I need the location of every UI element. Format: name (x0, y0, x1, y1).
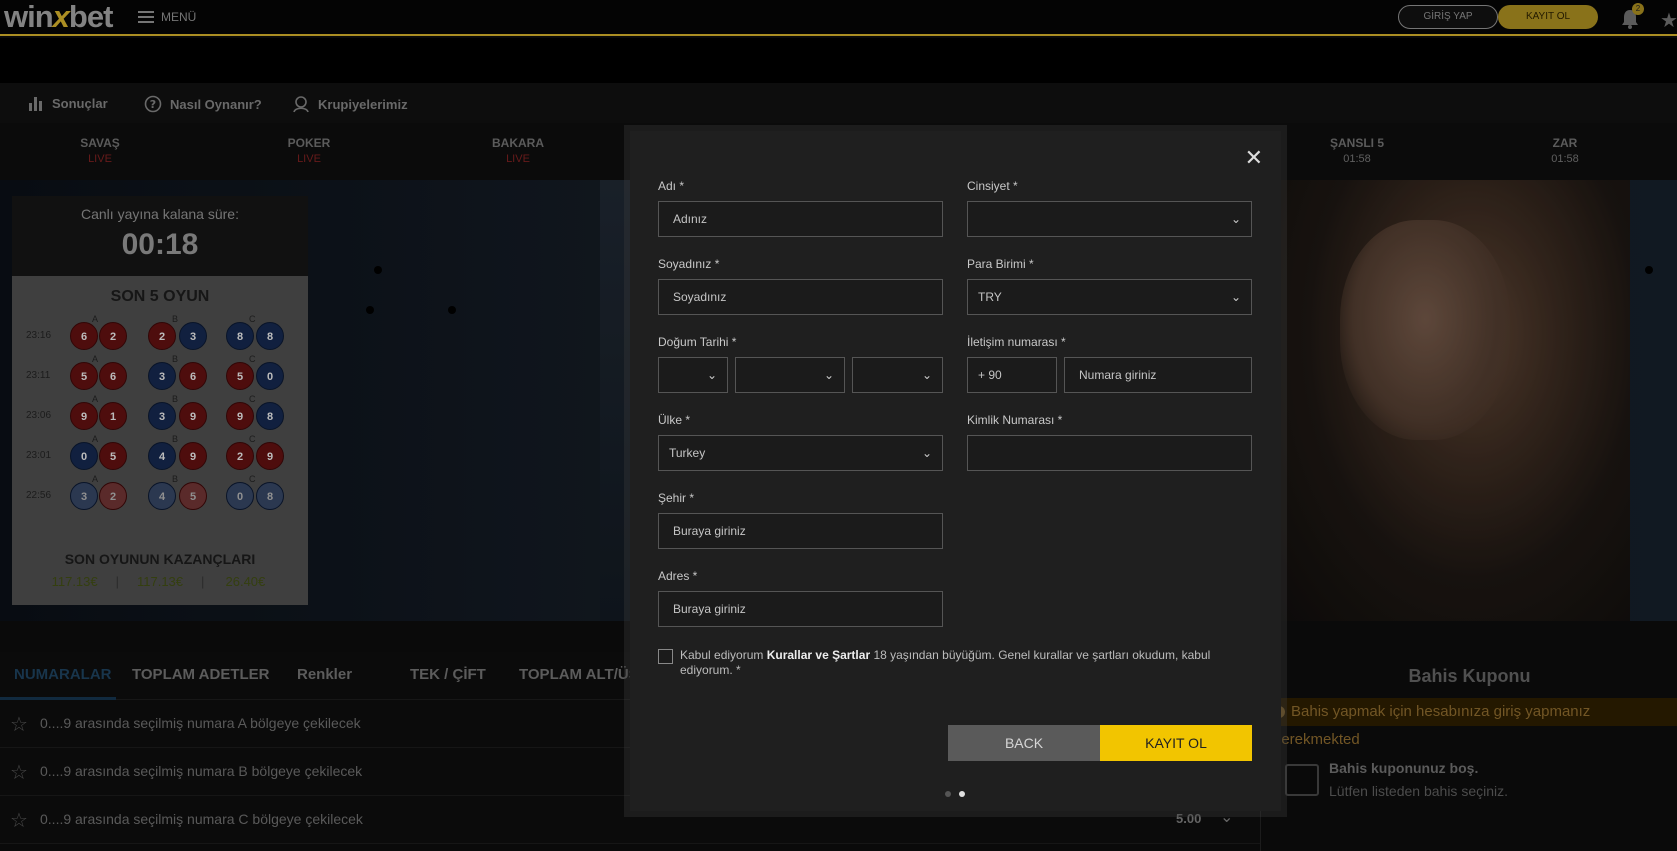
form-pager (945, 791, 965, 797)
address-label: Adres * (658, 569, 698, 583)
birthdate-label: Doğum Tarihi * (658, 335, 737, 349)
name-label: Adı * (658, 179, 685, 193)
birth-day-select[interactable]: ⌄ (658, 357, 728, 393)
terms-checkbox[interactable] (658, 649, 673, 664)
register-submit-button[interactable]: KAYIT OL (1100, 725, 1252, 761)
gender-label: Cinsiyet * (967, 179, 1018, 193)
currency-value: TRY (978, 290, 1002, 304)
chevron-down-icon: ⌄ (1230, 212, 1241, 226)
chevron-down-icon: ⌄ (921, 446, 932, 460)
chevron-down-icon: ⌄ (1230, 290, 1241, 304)
terms-text: Kabul ediyorum Kurallar ve Şartlar 18 ya… (680, 648, 1211, 677)
surname-field[interactable]: Soyadınız (658, 279, 943, 315)
country-select[interactable]: Turkey ⌄ (658, 435, 943, 471)
chevron-down-icon: ⌄ (706, 368, 717, 382)
name-field[interactable]: Adınız (658, 201, 943, 237)
birth-month-select[interactable]: ⌄ (735, 357, 845, 393)
city-field[interactable]: Buraya giriniz (658, 513, 943, 549)
phone-number-field[interactable]: Numara giriniz (1064, 357, 1252, 393)
country-label: Ülke * (658, 413, 691, 427)
id-number-label: Kimlik Numarası * (967, 413, 1063, 427)
id-number-field[interactable] (967, 435, 1252, 471)
chevron-down-icon: ⌄ (823, 368, 834, 382)
pager-dot-active[interactable] (959, 791, 965, 797)
currency-select[interactable]: TRY ⌄ (967, 279, 1252, 315)
surname-label: Soyadınız * (658, 257, 720, 271)
country-value: Turkey (669, 446, 706, 460)
close-icon[interactable]: ✕ (1245, 145, 1263, 171)
back-button[interactable]: BACK (948, 725, 1100, 761)
city-label: Şehir * (658, 491, 695, 505)
terms-link[interactable]: Kurallar ve Şartlar (767, 648, 870, 662)
phone-label: İletişim numarası * (967, 335, 1066, 349)
registration-modal: ✕ Adı * Adınız Soyadınız * Soyadınız Doğ… (630, 131, 1281, 811)
page: winxbet MENÜ GİRİŞ YAP KAYIT OL 2 ★ Sonu… (0, 0, 1677, 851)
chevron-down-icon: ⌄ (921, 368, 932, 382)
gender-select[interactable]: ⌄ (967, 201, 1252, 237)
pager-dot[interactable] (945, 791, 951, 797)
address-field[interactable]: Buraya giriniz (658, 591, 943, 627)
currency-label: Para Birimi * (967, 257, 1034, 271)
birth-year-select[interactable]: ⌄ (852, 357, 943, 393)
phone-prefix-field[interactable]: + 90 (967, 357, 1057, 393)
